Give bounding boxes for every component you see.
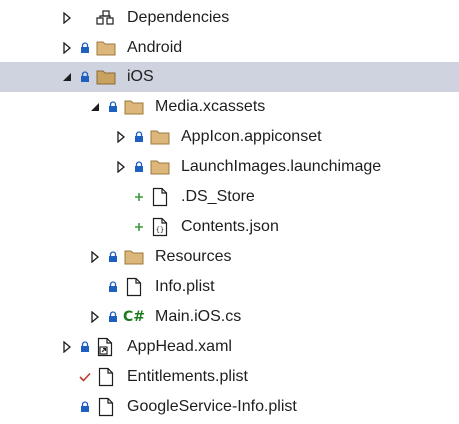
checkmark-icon (79, 362, 91, 392)
tree-item-label: AppHead.xaml (127, 338, 232, 355)
tree-item-contents-json[interactable]: {} Contents.json (0, 212, 459, 242)
lock-icon (133, 122, 145, 152)
tree-item-label: Resources (155, 248, 232, 265)
tree-item-label: AppIcon.appiconset (181, 128, 322, 145)
folder-icon (96, 33, 116, 63)
solution-explorer-tree: Dependencies Android iOS Media.xcassets … (0, 0, 459, 424)
tree-item-appicon-appiconset[interactable]: AppIcon.appiconset (0, 122, 459, 152)
tree-item-dependencies[interactable]: Dependencies (0, 3, 459, 33)
tree-item-label: Entitlements.plist (127, 368, 248, 385)
tree-item-android[interactable]: Android (0, 33, 459, 63)
tree-item-main-ios-cs[interactable]: C# Main.iOS.cs (0, 302, 459, 332)
lock-icon (107, 302, 119, 332)
folder-icon (124, 92, 144, 122)
expand-arrow-icon[interactable] (88, 242, 102, 272)
lock-icon (107, 92, 119, 122)
expand-arrow-icon[interactable] (60, 33, 74, 63)
lock-icon (79, 392, 91, 422)
tree-item-label: Info.plist (155, 278, 215, 295)
collapse-arrow-icon[interactable] (60, 62, 74, 92)
tree-item-label: .DS_Store (181, 188, 255, 205)
tree-item-label: Dependencies (127, 9, 230, 26)
tree-item-info-plist[interactable]: Info.plist (0, 272, 459, 302)
plus-icon (133, 212, 145, 242)
tree-item-entitlements-plist[interactable]: Entitlements.plist (0, 362, 459, 392)
svg-text:{}: {} (156, 226, 164, 234)
lock-icon (79, 332, 91, 362)
expand-arrow-icon[interactable] (60, 3, 74, 33)
lock-icon (79, 62, 91, 92)
dependencies-icon (96, 3, 116, 33)
folder-icon (124, 242, 144, 272)
expand-arrow-icon[interactable] (88, 302, 102, 332)
file-icon (96, 392, 116, 422)
tree-item-apphead-xaml[interactable]: AppHead.xaml (0, 332, 459, 362)
tree-item-label: iOS (127, 68, 154, 85)
file-icon (150, 182, 170, 212)
json-file-icon: {} (150, 212, 170, 242)
file-icon (96, 362, 116, 392)
plus-icon (133, 182, 145, 212)
tree-item-label: Main.iOS.cs (155, 308, 242, 325)
expand-arrow-icon[interactable] (114, 122, 128, 152)
tree-item-label: GoogleService-Info.plist (127, 398, 297, 415)
lock-icon (133, 152, 145, 182)
tree-item-googleservice-info-plist[interactable]: GoogleService-Info.plist (0, 392, 459, 422)
tree-item-label: Contents.json (181, 218, 279, 235)
tree-item-ios[interactable]: iOS (0, 62, 459, 92)
csharp-file-icon: C# (123, 309, 146, 325)
lock-icon (107, 242, 119, 272)
expand-arrow-icon[interactable] (114, 152, 128, 182)
tree-item-resources[interactable]: Resources (0, 242, 459, 272)
expand-arrow-icon[interactable] (60, 332, 74, 362)
tree-item-label: LaunchImages.launchimage (181, 158, 382, 175)
lock-icon (107, 272, 119, 302)
tree-item-ds-store[interactable]: .DS_Store (0, 182, 459, 212)
file-icon (124, 272, 144, 302)
tree-item-media-xcassets[interactable]: Media.xcassets (0, 92, 459, 122)
collapse-arrow-icon[interactable] (88, 92, 102, 122)
folder-icon (96, 62, 116, 92)
tree-item-label: Media.xcassets (155, 98, 266, 115)
lock-icon (79, 33, 91, 63)
xaml-file-icon (96, 332, 116, 362)
tree-item-launchimages[interactable]: LaunchImages.launchimage (0, 152, 459, 182)
folder-icon (150, 122, 170, 152)
folder-icon (150, 152, 170, 182)
tree-item-label: Android (127, 39, 183, 56)
